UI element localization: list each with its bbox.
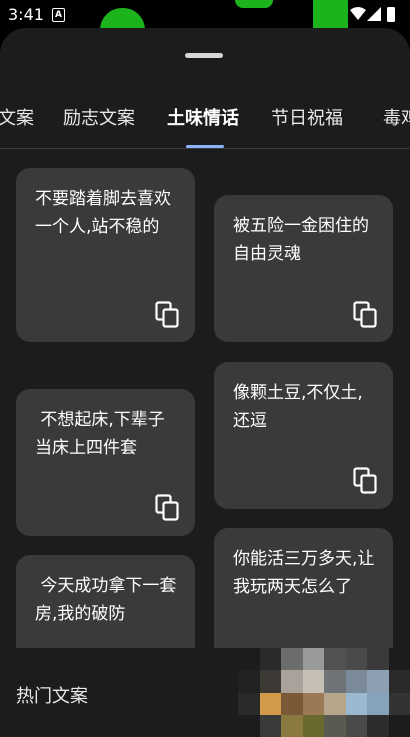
quote-text: 你能活三万多天,让我玩两天怎么了 (233, 549, 375, 597)
copy-icon[interactable] (155, 494, 181, 522)
quote-text: 像颗土豆,不仅土,还逗 (233, 383, 363, 431)
tab-tuwei-qinghua[interactable]: 土味情话 (167, 104, 239, 130)
quote-card[interactable]: 不想起床,下辈子当床上四件套 (16, 389, 195, 536)
quote-text: 今天成功拿下一套房,我的破防 (35, 576, 177, 624)
hot-copy-label[interactable]: 热门文案 (16, 682, 88, 708)
quote-card[interactable]: 被五险一金困住的自由灵魂 (214, 195, 393, 342)
tab-duji[interactable]: 毒鸡 (383, 104, 410, 130)
quote-text: 不想起床,下辈子当床上四件套 (35, 410, 165, 458)
pixelated-thumbnail (238, 648, 410, 737)
wifi-icon (350, 7, 366, 20)
drag-handle[interactable] (185, 53, 223, 58)
quote-card[interactable]: 像颗土豆,不仅土,还逗 (214, 362, 393, 509)
quote-text: 被五险一金困住的自由灵魂 (233, 216, 369, 264)
tab-lizhi-wenan[interactable]: 励志文案 (63, 104, 135, 130)
background-shape (313, 0, 348, 30)
background-shape (100, 8, 145, 30)
card-grid: 不要踏着脚去喜欢一个人,站不稳的 不想起床,下辈子当床上四件套 今天成功拿下一套… (0, 149, 410, 648)
status-bar: 3:41 A (0, 0, 410, 30)
quote-card[interactable]: 今天成功拿下一套房,我的破防 (16, 555, 195, 648)
copy-icon[interactable] (353, 467, 379, 495)
notification-icon: A (52, 8, 65, 22)
copy-icon[interactable] (155, 301, 181, 329)
quote-card[interactable]: 你能活三万多天,让我玩两天怎么了 (214, 528, 393, 648)
battery-icon (387, 7, 395, 22)
tab-bar: 文案 励志文案 土味情话 节日祝福 毒鸡 (0, 104, 410, 148)
signal-icon (367, 7, 381, 21)
quote-text: 不要踏着脚去喜欢一个人,站不稳的 (35, 189, 171, 237)
tab-wenan[interactable]: 文案 (0, 104, 34, 130)
copy-icon[interactable] (353, 301, 379, 329)
status-time: 3:41 (8, 5, 44, 24)
bottom-bar[interactable]: 热门文案 (0, 648, 410, 737)
background-shape (235, 0, 273, 8)
quote-card[interactable]: 不要踏着脚去喜欢一个人,站不稳的 (16, 168, 195, 342)
tab-jieri-zhufu[interactable]: 节日祝福 (271, 104, 343, 130)
bottom-sheet: 文案 励志文案 土味情话 节日祝福 毒鸡 不要踏着脚去喜欢一个人,站不稳的 不想… (0, 28, 410, 648)
